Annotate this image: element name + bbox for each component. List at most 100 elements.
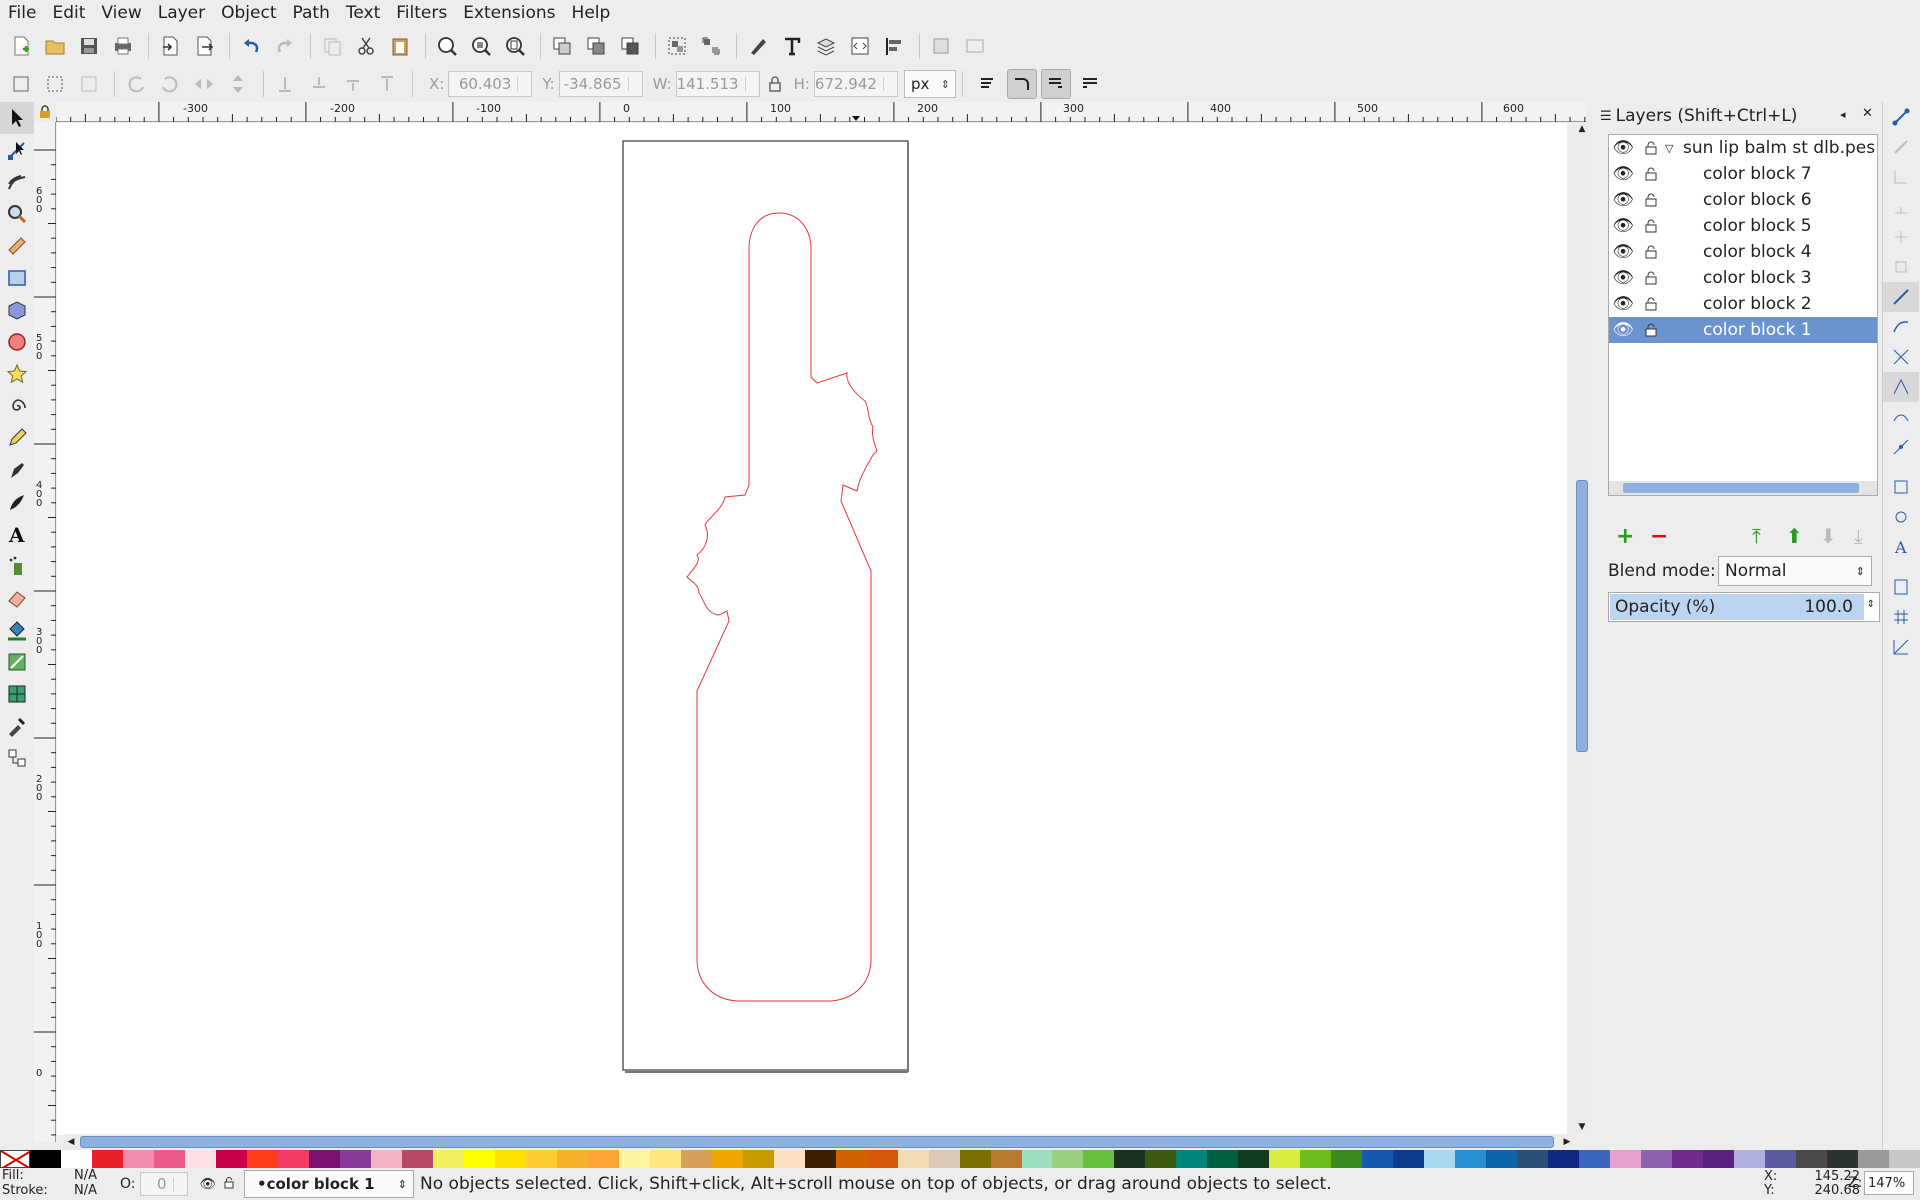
- opacity-field[interactable]: 0: [139, 1172, 188, 1196]
- zoom-selection-icon[interactable]: [432, 31, 462, 61]
- color-swatch[interactable]: [153, 1150, 185, 1168]
- spray-tool-icon[interactable]: [0, 550, 34, 582]
- scroll-right-icon[interactable]: ▶: [1560, 1134, 1574, 1150]
- color-swatch[interactable]: [1207, 1150, 1239, 1168]
- eye-icon[interactable]: 👁: [1609, 320, 1637, 340]
- vertical-ruler[interactable]: 600 500 400 300 200 100 0: [34, 122, 56, 1142]
- snap-rotation-center-icon[interactable]: [1883, 502, 1919, 532]
- color-swatch[interactable]: [1703, 1150, 1735, 1168]
- lock-icon[interactable]: [1637, 323, 1665, 337]
- zoom-field[interactable]: 147%: [1864, 1171, 1914, 1195]
- color-swatch[interactable]: [1734, 1150, 1766, 1168]
- color-swatch[interactable]: [1238, 1150, 1270, 1168]
- open-icon[interactable]: [40, 31, 70, 61]
- color-swatch[interactable]: [1827, 1150, 1859, 1168]
- color-swatch[interactable]: [587, 1150, 619, 1168]
- eye-icon[interactable]: 👁: [1609, 216, 1637, 236]
- color-swatch[interactable]: [1548, 1150, 1580, 1168]
- pencil-tool-icon[interactable]: [0, 422, 34, 454]
- eraser-tool-icon[interactable]: [0, 582, 34, 614]
- color-swatch[interactable]: [401, 1150, 433, 1168]
- scroll-down-icon[interactable]: ▼: [1574, 1120, 1590, 1134]
- eye-icon[interactable]: 👁: [1609, 164, 1637, 184]
- unlink-clone-icon[interactable]: [615, 31, 645, 61]
- select-all-layers-icon[interactable]: [40, 69, 70, 99]
- layer-row-root[interactable]: 👁 ▽ sun lip balm st dlb.pes: [1609, 135, 1877, 161]
- color-swatch[interactable]: [1083, 1150, 1115, 1168]
- color-swatch[interactable]: [959, 1150, 991, 1168]
- color-swatch[interactable]: [835, 1150, 867, 1168]
- eye-icon[interactable]: 👁: [1609, 268, 1637, 288]
- cut-icon[interactable]: [351, 31, 381, 61]
- color-swatch[interactable]: [1021, 1150, 1053, 1168]
- remove-layer-icon[interactable]: −: [1650, 524, 1668, 549]
- vertical-scrollbar[interactable]: ▲ ▼: [1574, 122, 1590, 1134]
- horizontal-ruler[interactable]: -300 -200 -100 0 100 200 300 400 500 600: [56, 102, 1586, 122]
- layer-row[interactable]: 👁 color block 6: [1609, 187, 1877, 213]
- snap-bbox-corner-icon[interactable]: [1883, 192, 1919, 222]
- node-tool-icon[interactable]: [0, 134, 34, 166]
- pen-tool-icon[interactable]: [0, 454, 34, 486]
- color-swatch[interactable]: [432, 1150, 464, 1168]
- raise-layer-icon[interactable]: ⬆: [1786, 524, 1803, 548]
- color-swatch[interactable]: [1362, 1150, 1394, 1168]
- color-swatch[interactable]: [742, 1150, 774, 1168]
- color-swatch[interactable]: [494, 1150, 526, 1168]
- lower-to-bottom-icon[interactable]: [270, 69, 300, 99]
- color-swatch[interactable]: [277, 1150, 309, 1168]
- spiral-tool-icon[interactable]: [0, 390, 34, 422]
- eye-icon[interactable]: 👁: [1609, 138, 1637, 158]
- opacity-row[interactable]: Opacity (%) 100.0 ⇕: [1608, 592, 1880, 622]
- color-swatch[interactable]: [246, 1150, 278, 1168]
- color-swatch[interactable]: [1269, 1150, 1301, 1168]
- snap-bbox-center-icon[interactable]: [1883, 252, 1919, 282]
- measure-tool-icon[interactable]: [0, 230, 34, 262]
- scale-corners-icon[interactable]: [1006, 69, 1037, 99]
- zoom-drawing-icon[interactable]: [466, 31, 496, 61]
- lock-icon[interactable]: [1637, 193, 1665, 207]
- color-swatch[interactable]: [525, 1150, 557, 1168]
- star-tool-icon[interactable]: [0, 358, 34, 390]
- print-icon[interactable]: [108, 31, 138, 61]
- color-swatch[interactable]: [1672, 1150, 1704, 1168]
- 3d-box-tool-icon[interactable]: [0, 294, 34, 326]
- color-swatch[interactable]: [60, 1150, 92, 1168]
- lock-icon[interactable]: [1637, 141, 1665, 155]
- eye-icon[interactable]: 👁: [200, 1177, 217, 1192]
- mesh-tool-icon[interactable]: [0, 678, 34, 710]
- lower-layer-bottom-icon[interactable]: ⤓: [1854, 524, 1863, 548]
- menu-extensions[interactable]: Extensions: [455, 0, 563, 27]
- new-document-icon[interactable]: [6, 31, 36, 61]
- snap-nodes-icon[interactable]: [1883, 282, 1919, 312]
- eye-icon[interactable]: 👁: [1609, 242, 1637, 262]
- text-font-icon[interactable]: [777, 31, 807, 61]
- layer-row[interactable]: 👁 color block 2: [1609, 291, 1877, 317]
- color-swatch[interactable]: [897, 1150, 929, 1168]
- color-swatch[interactable]: [308, 1150, 340, 1168]
- export-icon[interactable]: [189, 31, 219, 61]
- copy-icon[interactable]: [317, 31, 347, 61]
- color-swatch[interactable]: [370, 1150, 402, 1168]
- rectangle-tool-icon[interactable]: [0, 262, 34, 294]
- color-swatch[interactable]: [91, 1150, 123, 1168]
- width-field[interactable]: 141.513: [675, 71, 760, 97]
- close-panel-icon[interactable]: ✕: [1862, 106, 1873, 121]
- lock-icon[interactable]: [1637, 219, 1665, 233]
- menu-object[interactable]: Object: [213, 0, 284, 27]
- color-swatch[interactable]: [30, 1150, 61, 1168]
- selector-tool-icon[interactable]: [0, 102, 34, 134]
- redo-icon[interactable]: [270, 31, 300, 61]
- color-swatch[interactable]: [184, 1150, 216, 1168]
- menu-file[interactable]: File: [0, 0, 44, 27]
- snap-enable-icon[interactable]: [1883, 102, 1919, 132]
- unit-select[interactable]: px ⇕: [903, 70, 956, 98]
- color-swatch[interactable]: [1393, 1150, 1425, 1168]
- group-icon[interactable]: [662, 31, 692, 61]
- transform-gradients-icon[interactable]: [1040, 69, 1071, 99]
- lock-icon[interactable]: [1637, 271, 1665, 285]
- lock-icon[interactable]: [1637, 167, 1665, 181]
- select-all-icon[interactable]: [6, 69, 36, 99]
- color-swatch[interactable]: [122, 1150, 154, 1168]
- lower-icon[interactable]: [304, 69, 334, 99]
- height-field[interactable]: 672.942: [813, 71, 898, 97]
